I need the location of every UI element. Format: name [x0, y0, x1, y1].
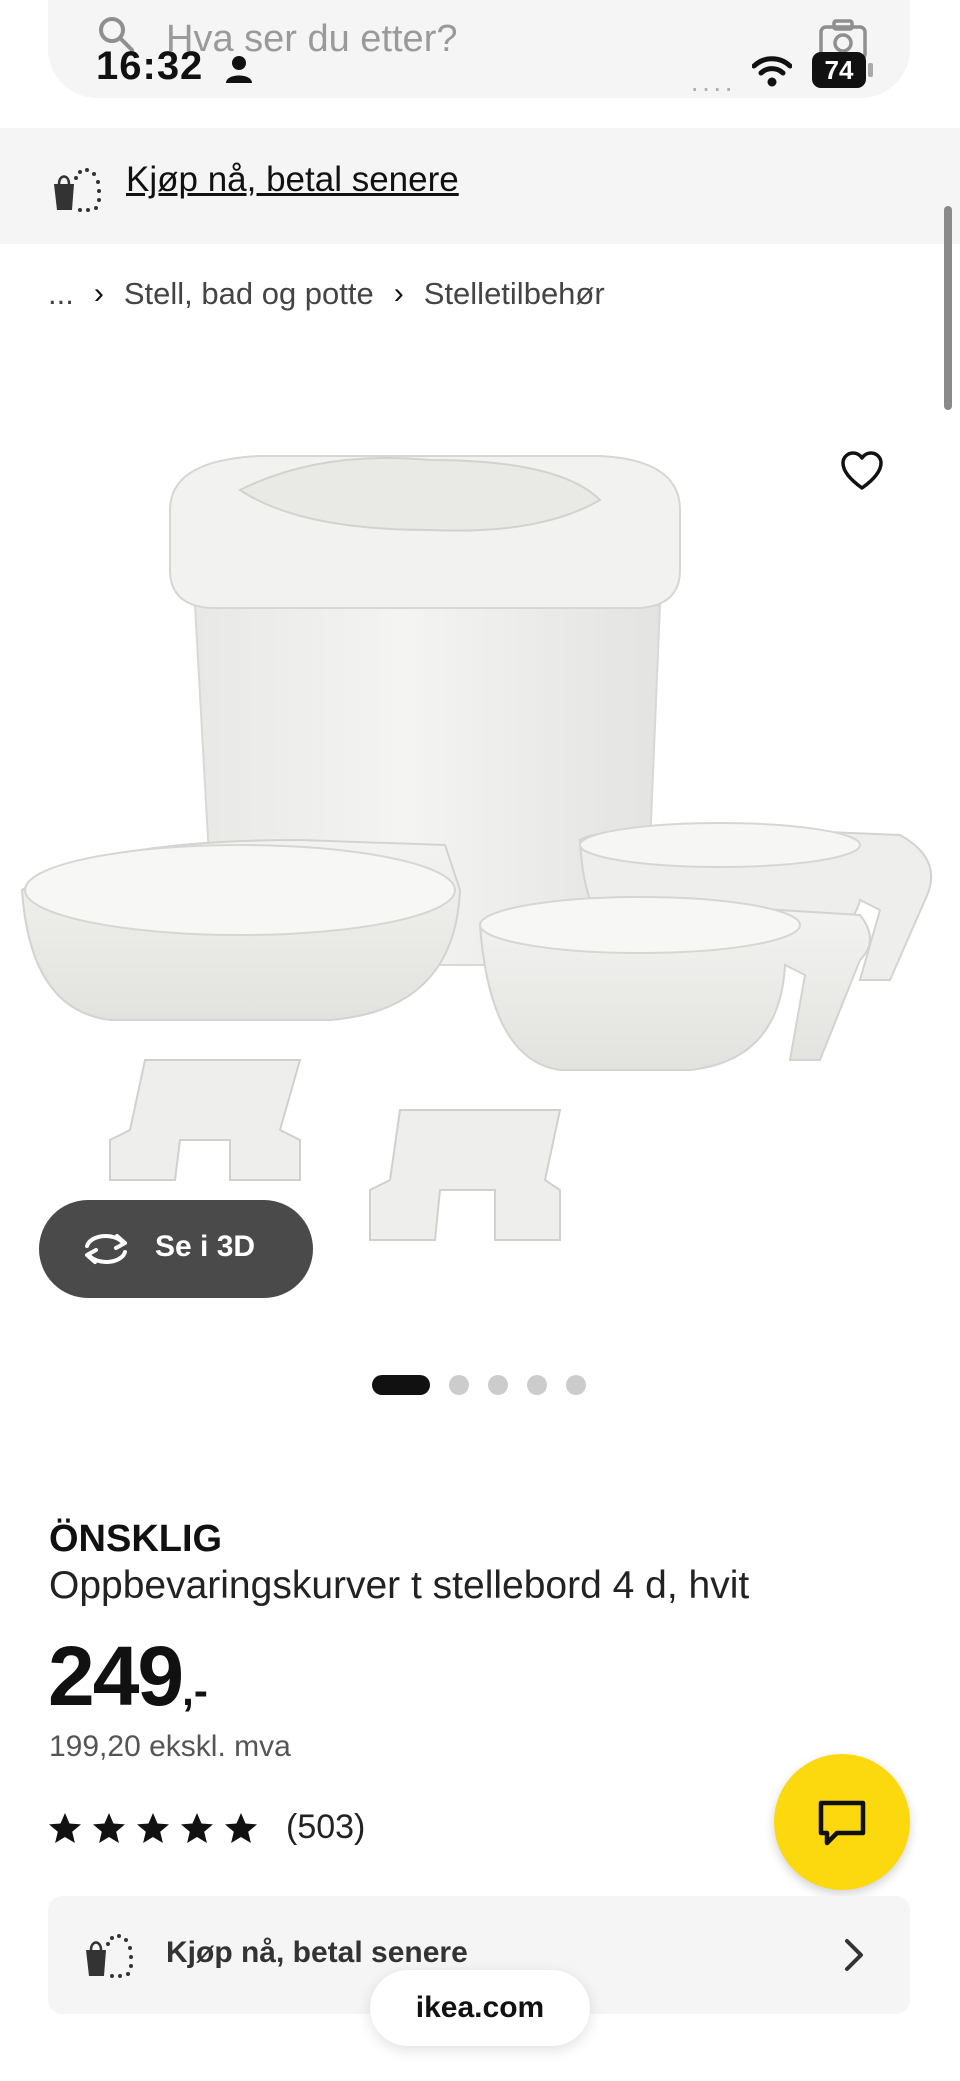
carousel-dot[interactable] [449, 1375, 469, 1395]
product-price: 249,- [48, 1628, 208, 1725]
breadcrumb-ellipsis[interactable]: ... [48, 276, 74, 312]
product-brand: ÖNSKLIG [49, 1518, 223, 1560]
battery-level: 74 [824, 55, 854, 85]
chat-button[interactable] [774, 1754, 910, 1890]
chevron-right-icon: › [393, 277, 404, 310]
search-input[interactable]: Hva ser du etter? [166, 18, 457, 61]
product-description: Oppbevaringskurver t stellebord 4 d, hvi… [49, 1564, 750, 1607]
person-icon [226, 56, 252, 83]
carousel-dot[interactable] [527, 1375, 547, 1395]
product-image[interactable] [0, 420, 960, 1320]
wifi-icon [752, 56, 792, 87]
carousel-dot[interactable] [488, 1375, 508, 1395]
promo-link[interactable]: Kjøp nå, betal senere [126, 160, 459, 200]
carousel-dot[interactable] [372, 1375, 430, 1395]
heart-icon[interactable] [840, 450, 884, 492]
bag-dots-icon [86, 1934, 133, 1978]
star-icon [49, 1812, 81, 1843]
see-in-3d-label: Se i 3D [155, 1230, 256, 1263]
bag-dots-icon [54, 168, 101, 212]
review-count[interactable]: (503) [286, 1808, 365, 1847]
scrollbar[interactable] [944, 206, 952, 410]
star-icon [181, 1812, 213, 1843]
browser-url-pill[interactable]: ikea.com [370, 1970, 590, 2046]
star-icon [93, 1812, 125, 1843]
see-in-3d-button[interactable]: Se i 3D [39, 1200, 313, 1298]
breadcrumb: ... › Stell, bad og potte › Stelletilbeh… [48, 276, 605, 312]
image-carousel-dots [372, 1375, 586, 1395]
price-suffix: ,- [182, 1667, 208, 1714]
status-time: 16:32 [96, 44, 204, 88]
star-icon [225, 1812, 257, 1843]
product-rating[interactable]: (503) [48, 1808, 365, 1847]
buy-now-pay-later-label: Kjøp nå, betal senere [166, 1936, 468, 1969]
star-icon [137, 1812, 169, 1843]
breadcrumb-item-stelletilbehor[interactable]: Stelletilbehør [424, 276, 605, 312]
carousel-dot[interactable] [566, 1375, 586, 1395]
status-dots: ···· [690, 72, 736, 103]
promo-banner[interactable]: Kjøp nå, betal senere [0, 128, 960, 244]
rotate-3d-icon [85, 1234, 127, 1264]
battery-indicator: 74 [812, 52, 874, 88]
price-value: 249 [48, 1629, 184, 1723]
chat-icon [818, 1800, 866, 1846]
price-ex-vat: 199,20 ekskl. mva [49, 1730, 291, 1763]
breadcrumb-item-stell[interactable]: Stell, bad og potte [124, 276, 374, 312]
chevron-right-icon: › [93, 277, 104, 310]
chevron-right-icon [845, 1939, 863, 1971]
